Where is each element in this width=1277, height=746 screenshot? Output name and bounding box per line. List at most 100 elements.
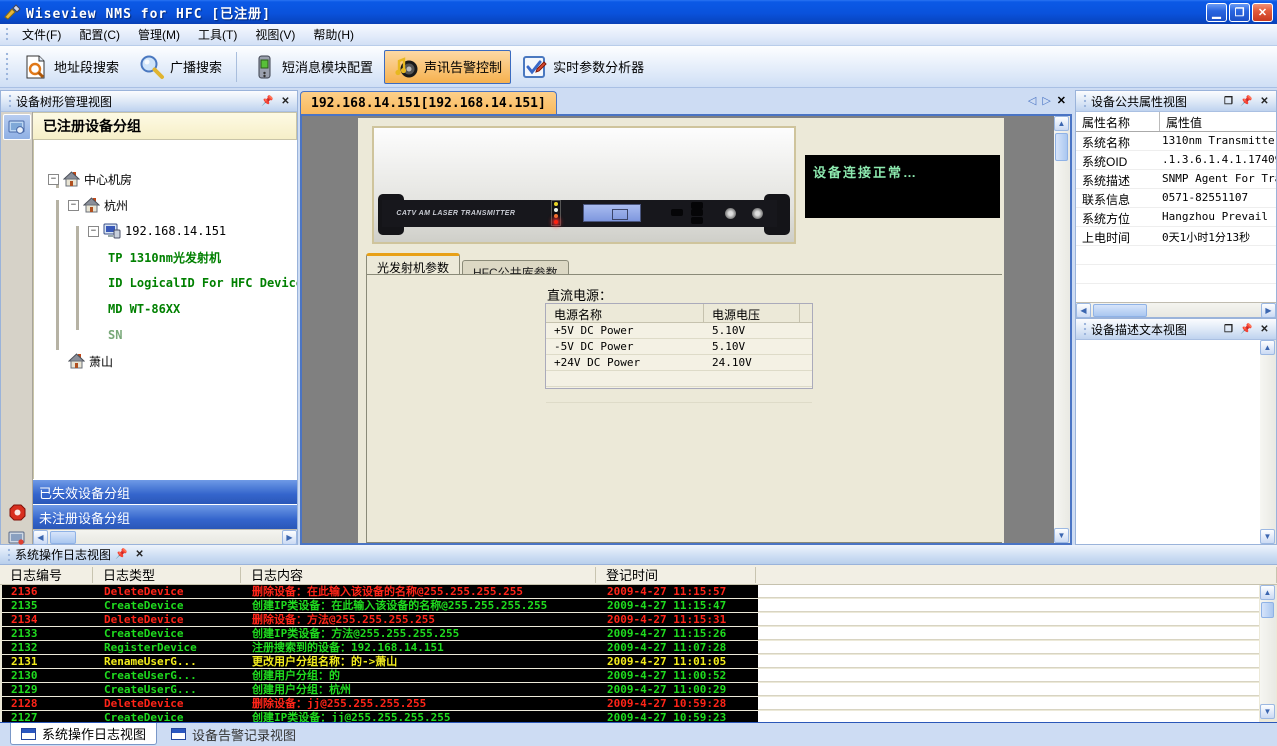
- scroll-up-icon[interactable]: ▲: [1260, 340, 1275, 355]
- close-button[interactable]: ✕: [1252, 3, 1273, 22]
- toolbar-button-3[interactable]: 短消息模块配置: [242, 50, 382, 84]
- dc-power-voltage: 24.10V: [704, 355, 800, 370]
- toolbar-button-1[interactable]: 地址段搜索: [14, 50, 128, 84]
- log-row[interactable]: 2131RenameUserG...更改用户分组名称：的->萧山2009-4-2…: [2, 655, 1259, 668]
- close-icon[interactable]: ✕: [1257, 94, 1272, 108]
- bottom-tab-1[interactable]: 系统操作日志视图: [10, 723, 157, 745]
- log-column-header[interactable]: 日志内容: [241, 567, 596, 583]
- tree-item[interactable]: SN: [108, 324, 122, 346]
- close-icon[interactable]: ✕: [132, 548, 147, 562]
- bottom-tab-2[interactable]: 设备告警记录视图: [161, 723, 306, 745]
- scroll-down-icon[interactable]: ▼: [1260, 529, 1275, 544]
- registered-group-icon[interactable]: [3, 114, 31, 140]
- failed-group-bar[interactable]: 已失效设备分组: [33, 479, 297, 504]
- scroll-left-icon[interactable]: ◀: [33, 530, 48, 545]
- log-row[interactable]: 2134DeleteDevice删除设备：方法@255.255.255.2552…: [2, 613, 1259, 626]
- restore-icon[interactable]: ❒: [1221, 322, 1236, 336]
- scroll-up-icon[interactable]: ▲: [1260, 585, 1275, 600]
- toolbar-button-2[interactable]: 广播搜索: [130, 50, 231, 84]
- property-name: 系统描述: [1076, 170, 1160, 188]
- property-row[interactable]: 系统方位Hangzhou Prevail: [1076, 208, 1276, 227]
- dc-power-voltage: [704, 387, 800, 402]
- menu-item-管[interactable]: 管理(M): [129, 26, 189, 44]
- tree-item[interactable]: MD WT-86XX: [108, 298, 180, 320]
- document-vertical-scrollbar[interactable]: ▲ ▼: [1054, 116, 1070, 543]
- tree-expander-icon[interactable]: −: [68, 200, 79, 211]
- scrollbar-thumb[interactable]: [50, 531, 76, 544]
- menu-item-视[interactable]: 视图(V): [246, 26, 304, 44]
- log-row[interactable]: 2132RegisterDevice注册搜索到的设备：192.168.14.15…: [2, 641, 1259, 654]
- toolbar-button-5[interactable]: 实时参数分析器: [513, 50, 653, 84]
- property-row[interactable]: 联系信息0571-82551107: [1076, 189, 1276, 208]
- tree-horizontal-scrollbar[interactable]: ◀ ▶: [33, 529, 297, 544]
- log-row[interactable]: 2129CreateUserG...创建用户分组：杭州2009-4-27 11:…: [2, 683, 1259, 696]
- property-row[interactable]: 系统描述SNMP Agent For Tra: [1076, 170, 1276, 189]
- scroll-down-icon[interactable]: ▼: [1054, 528, 1069, 543]
- tree-item[interactable]: −中心机房: [48, 168, 132, 190]
- property-value: Hangzhou Prevail: [1160, 208, 1276, 226]
- description-vertical-scrollbar[interactable]: ▲ ▼: [1260, 340, 1276, 544]
- scroll-up-icon[interactable]: ▲: [1054, 116, 1069, 131]
- pin-icon[interactable]: 📌: [1239, 94, 1254, 108]
- system-log-panel: 系统操作日志视图 📌 ✕ 日志编号日志类型日志内容登记时间 2136Delete…: [0, 545, 1277, 722]
- restore-button[interactable]: ❐: [1229, 3, 1250, 22]
- realtime-analyzer-icon: [522, 54, 548, 80]
- device-tree-panel-titlebar: 设备树形管理视图 📌 ✕: [1, 91, 297, 112]
- scroll-right-icon[interactable]: ▶: [282, 530, 297, 545]
- dc-power-row: [546, 387, 812, 403]
- property-row[interactable]: 系统名称1310nm Transmitter: [1076, 132, 1276, 151]
- tree-expander-icon[interactable]: −: [48, 174, 59, 185]
- tree-expander-icon[interactable]: −: [88, 226, 99, 237]
- device-document-tab[interactable]: 192.168.14.151[192.168.14.151]: [300, 91, 557, 114]
- pin-icon[interactable]: 📌: [1239, 322, 1254, 336]
- close-icon[interactable]: ✕: [278, 94, 293, 108]
- menu-item-帮[interactable]: 帮助(H): [304, 26, 363, 44]
- scrollbar-thumb[interactable]: [1093, 304, 1147, 317]
- menu-item-文[interactable]: 文件(F): [13, 26, 70, 44]
- minimize-button[interactable]: ▁: [1206, 3, 1227, 22]
- pin-icon[interactable]: 📌: [114, 548, 129, 562]
- close-icon[interactable]: ✕: [1257, 322, 1272, 336]
- log-row[interactable]: 2135CreateDevice创建IP类设备：在此输入该设备的名称@255.2…: [2, 599, 1259, 612]
- menu-item-工[interactable]: 工具(T): [189, 26, 246, 44]
- registered-group-header[interactable]: 已注册设备分组: [33, 112, 297, 140]
- tab-scroll-right-icon[interactable]: ▷: [1042, 94, 1050, 107]
- pin-icon[interactable]: 📌: [260, 94, 275, 108]
- menu-item-配[interactable]: 配置(C): [70, 26, 129, 44]
- scrollbar-thumb[interactable]: [1261, 602, 1274, 618]
- log-content: 删除设备：方法@255.255.255.255: [243, 613, 598, 626]
- scroll-left-icon[interactable]: ◀: [1076, 303, 1091, 318]
- view-window-icon: [171, 728, 186, 740]
- log-time: 2009-4-27 10:59:28: [598, 697, 758, 710]
- unregistered-group-bar[interactable]: 未注册设备分组: [33, 504, 297, 529]
- property-row[interactable]: 系统OID.1.3.6.1.4.1.17409: [1076, 151, 1276, 170]
- log-row[interactable]: 2128DeleteDevice删除设备：jj@255.255.255.2552…: [2, 697, 1259, 710]
- failed-group-icon[interactable]: [6, 502, 28, 522]
- description-text-area[interactable]: [1076, 340, 1260, 544]
- log-column-header[interactable]: 日志编号: [0, 567, 93, 583]
- tree-item[interactable]: TP 1310nm光发射机: [108, 246, 221, 268]
- scrollbar-thumb[interactable]: [1055, 133, 1068, 161]
- tab-scroll-left-icon[interactable]: ◁: [1028, 94, 1036, 107]
- tree-item[interactable]: −192.168.14.151: [88, 220, 226, 242]
- scroll-right-icon[interactable]: ▶: [1261, 303, 1276, 318]
- log-column-header-spacer: [756, 567, 1277, 583]
- property-value: 0571-82551107: [1160, 189, 1276, 207]
- restore-icon[interactable]: ❒: [1221, 94, 1236, 108]
- scroll-down-icon[interactable]: ▼: [1260, 704, 1275, 719]
- tree-item[interactable]: ID LogicalID For HFC Device: [108, 272, 297, 294]
- property-row[interactable]: 上电时间0天1小时1分13秒: [1076, 227, 1276, 246]
- log-vertical-scrollbar[interactable]: ▲ ▼: [1260, 585, 1276, 719]
- log-column-header[interactable]: 登记时间: [596, 567, 756, 583]
- log-column-header[interactable]: 日志类型: [93, 567, 241, 583]
- properties-horizontal-scrollbar[interactable]: ◀ ▶: [1076, 302, 1276, 317]
- log-row[interactable]: 2130CreateUserG...创建用户分组：的2009-4-27 11:0…: [2, 669, 1259, 682]
- tree-item[interactable]: −杭州: [68, 194, 128, 216]
- log-row[interactable]: 2136DeleteDevice删除设备：在此输入该设备的名称@255.255.…: [2, 585, 1259, 598]
- toolbar-button-4[interactable]: 声讯告警控制: [384, 50, 511, 84]
- property-value: .1.3.6.1.4.1.17409: [1160, 151, 1276, 169]
- tree-item[interactable]: 萧山: [68, 350, 113, 372]
- log-row[interactable]: 2133CreateDevice创建IP类设备：方法@255.255.255.2…: [2, 627, 1259, 640]
- tab-close-icon[interactable]: ✕: [1057, 94, 1066, 107]
- dc-power-name: +24V DC Power: [546, 355, 704, 370]
